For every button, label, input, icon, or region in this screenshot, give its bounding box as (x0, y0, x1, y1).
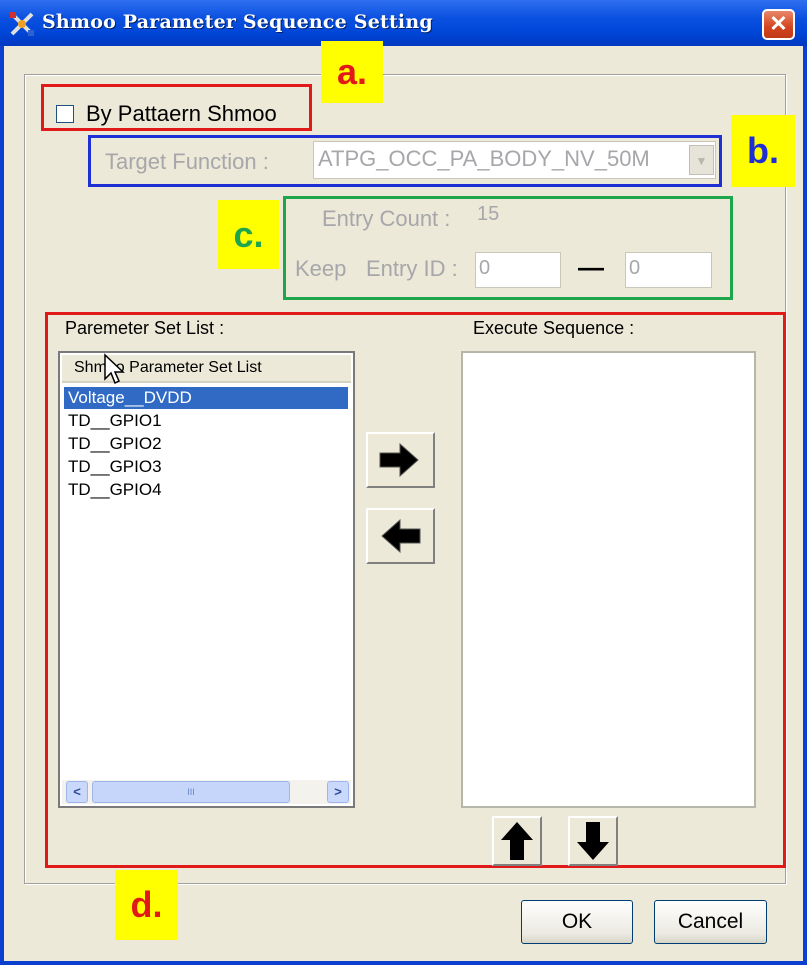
entry-id-label: Entry ID : (366, 256, 458, 281)
annotation-d: d. (115, 870, 178, 940)
entry-id-from-input[interactable]: 0 (475, 252, 561, 288)
move-up-button[interactable] (492, 816, 542, 866)
mouse-cursor-icon (104, 353, 125, 385)
entry-count-label: Entry Count : (322, 206, 451, 231)
target-function-label: Target Function : (105, 149, 269, 174)
horizontal-scrollbar[interactable]: < III > (62, 780, 351, 804)
scroll-right-icon[interactable]: > (327, 781, 349, 803)
list-item[interactable]: TD__GPIO3 (68, 456, 162, 478)
title-bar[interactable]: Shmoo Parameter Sequence Setting ✕ (0, 0, 807, 46)
entry-count-value: 15 (477, 203, 500, 225)
arrow-left-icon (381, 518, 421, 554)
annotation-c: c. (218, 200, 279, 269)
execute-sequence-label: Execute Sequence : (473, 318, 635, 338)
scroll-thumb[interactable]: III (92, 781, 290, 803)
target-function-value: ATPG_OCC_PA_BODY_NV_50M (318, 146, 650, 171)
list-item[interactable]: Voltage__DVDD (64, 387, 348, 409)
close-icon: ✕ (769, 11, 788, 36)
keep-label: Keep (295, 256, 347, 281)
entry-id-to-value: 0 (629, 257, 641, 279)
range-dash: — (578, 252, 604, 282)
list-item[interactable]: TD__GPIO1 (68, 410, 162, 432)
add-to-sequence-button[interactable] (366, 432, 435, 488)
move-down-button[interactable] (568, 816, 618, 866)
entry-id-to-input[interactable]: 0 (625, 252, 712, 288)
arrow-down-icon (577, 822, 609, 860)
execute-sequence-list[interactable] (461, 351, 756, 808)
dialog-window: Shmoo Parameter Sequence Setting ✕ By Pa… (0, 0, 807, 965)
annotation-b: b. (731, 115, 795, 187)
close-button[interactable]: ✕ (762, 9, 795, 40)
cancel-button[interactable]: Cancel (654, 900, 767, 944)
annotation-a: a. (321, 41, 383, 103)
arrow-up-icon (501, 822, 533, 860)
ok-button[interactable]: OK (521, 900, 633, 944)
entry-id-from-value: 0 (479, 257, 491, 279)
chevron-down-icon[interactable]: ▼ (689, 145, 714, 175)
target-function-combo[interactable]: ATPG_OCC_PA_BODY_NV_50M ▼ (313, 141, 716, 179)
by-pattern-checkbox[interactable] (56, 105, 74, 123)
by-pattern-label[interactable]: By Pattaern Shmoo (86, 101, 277, 127)
window-title: Shmoo Parameter Sequence Setting (42, 11, 433, 33)
arrow-right-icon (379, 442, 419, 478)
list-item[interactable]: TD__GPIO2 (68, 433, 162, 455)
app-icon (10, 12, 34, 36)
parameter-set-list-label: Paremeter Set List : (65, 318, 225, 338)
remove-from-sequence-button[interactable] (366, 508, 435, 564)
parameter-set-listview[interactable]: Shmoo Parameter Set List Voltage__DVDD T… (58, 351, 355, 808)
list-item[interactable]: TD__GPIO4 (68, 479, 162, 501)
scroll-left-icon[interactable]: < (66, 781, 88, 803)
